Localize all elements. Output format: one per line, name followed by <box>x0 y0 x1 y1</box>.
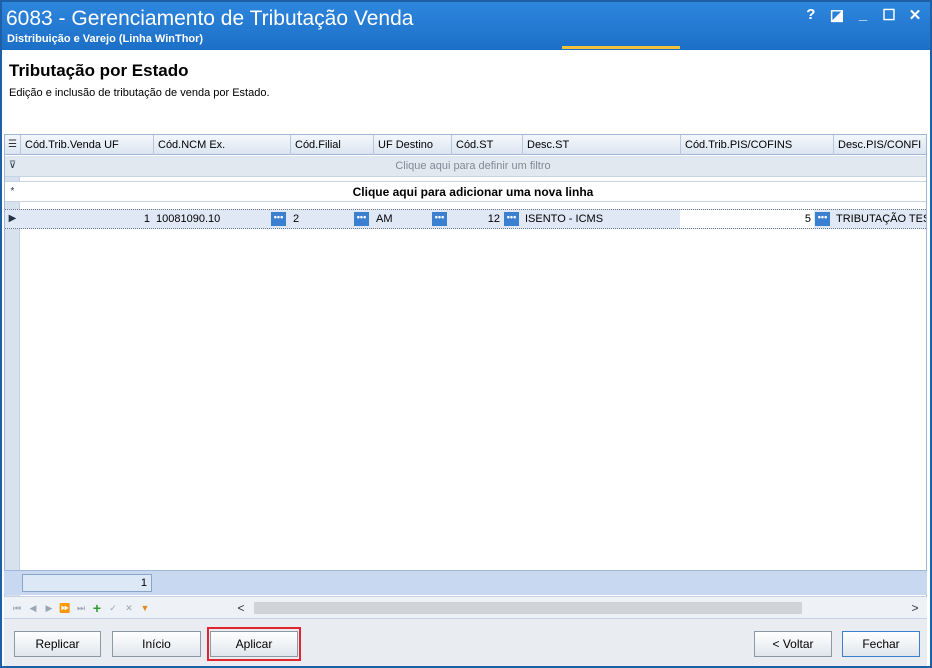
ncm-lookup-button[interactable]: ••• <box>271 212 286 226</box>
column-header-cod-trib-venda-uf[interactable]: Cód.Trib.Venda UF <box>20 135 153 155</box>
pis-cofins-lookup-button[interactable]: ••• <box>815 212 830 226</box>
filter-icon: ⊽ <box>8 160 17 171</box>
add-record-icon[interactable]: + <box>90 600 104 616</box>
table-row[interactable]: ▶ 1 10081090.10 ••• 2 ••• AM ••• 12 ••• … <box>5 209 926 229</box>
cell-cod-filial[interactable]: 2 <box>290 210 352 228</box>
filter-record-icon[interactable]: ▼ <box>138 600 152 616</box>
new-row-hint[interactable]: Clique aqui para adicionar uma nova linh… <box>20 182 926 203</box>
new-row-icon: * <box>10 186 15 197</box>
st-lookup-button[interactable]: ••• <box>504 212 519 226</box>
column-header-cod-st[interactable]: Cód.ST <box>451 135 522 155</box>
title-bar: 6083 - Gerenciamento de Tributação Venda… <box>2 2 930 50</box>
app-window: 6083 - Gerenciamento de Tributação Venda… <box>0 0 932 668</box>
column-header-desc-st[interactable]: Desc.ST <box>522 135 680 155</box>
filter-hint[interactable]: Clique aqui para definir um filtro <box>20 156 926 177</box>
cell-cod-ncm-ex[interactable]: 10081090.10 <box>153 210 269 228</box>
column-header-desc-pis-cofins[interactable]: Desc.PIS/CONFI <box>833 135 926 155</box>
column-header-cod-ncm-ex[interactable]: Cód.NCM Ex. <box>153 135 290 155</box>
action-bar: Replicar Início Aplicar < Voltar Fechar <box>4 618 927 666</box>
inicio-button[interactable]: Início <box>112 631 201 657</box>
horizontal-scrollbar[interactable] <box>254 602 802 614</box>
voltar-button[interactable]: < Voltar <box>754 631 832 657</box>
column-header-cod-trib-pis-cofins[interactable]: Cód.Trib.PIS/COFINS <box>680 135 833 155</box>
column-chooser-icon[interactable]: ☰ <box>5 135 20 155</box>
column-header-cod-filial[interactable]: Cód.Filial <box>290 135 373 155</box>
maximize-icon[interactable]: ☐ <box>882 6 896 24</box>
grid-footer: 1 <box>4 570 927 595</box>
data-navigator: ⏮ ◀ ▶ ⏩ ⏭ + ✓ ✕ ▼ < > <box>4 596 927 618</box>
aplicar-button[interactable]: Aplicar <box>210 631 298 657</box>
cell-cod-trib-venda-uf[interactable]: 1 <box>20 210 153 228</box>
last-record-icon[interactable]: ⏭ <box>74 600 88 616</box>
cancel-record-icon[interactable]: ✕ <box>122 600 136 616</box>
cell-cod-trib-pis-cofins[interactable]: 5 <box>680 210 814 228</box>
grid-header: ☰ Cód.Trib.Venda UF Cód.NCM Ex. Cód.Fili… <box>5 135 926 155</box>
cell-cod-st[interactable]: 12 <box>451 210 503 228</box>
skin-icon[interactable]: ◪ <box>830 6 844 24</box>
window-title: 6083 - Gerenciamento de Tributação Venda <box>6 7 414 30</box>
next-page-icon[interactable]: ⏩ <box>58 600 72 616</box>
window-subtitle: Distribuição e Varejo (Linha WinThor) <box>7 33 204 45</box>
filial-lookup-button[interactable]: ••• <box>354 212 369 226</box>
new-row[interactable]: * Clique aqui para adicionar uma nova li… <box>5 181 926 202</box>
tax-grid: ☰ Cód.Trib.Venda UF Cód.NCM Ex. Cód.Fili… <box>4 134 927 617</box>
replicar-button[interactable]: Replicar <box>14 631 101 657</box>
fechar-button[interactable]: Fechar <box>842 631 920 657</box>
confirm-record-icon[interactable]: ✓ <box>106 600 120 616</box>
page-description: Edição e inclusão de tributação de venda… <box>9 87 270 99</box>
scroll-right-icon[interactable]: > <box>906 600 924 616</box>
current-row-icon: ▶ <box>8 213 17 224</box>
first-record-icon[interactable]: ⏮ <box>10 600 24 616</box>
scroll-left-icon[interactable]: < <box>232 600 250 616</box>
uf-lookup-button[interactable]: ••• <box>432 212 447 226</box>
previous-record-icon[interactable]: ◀ <box>26 600 40 616</box>
cell-desc-st[interactable]: ISENTO - ICMS <box>522 210 680 228</box>
window-controls: ? ◪ _ ☐ ✕ <box>804 6 922 24</box>
page-title: Tributação por Estado <box>9 61 189 80</box>
row-count-summary: 1 <box>22 574 152 592</box>
column-header-uf-destino[interactable]: UF Destino <box>373 135 451 155</box>
next-record-icon[interactable]: ▶ <box>42 600 56 616</box>
title-accent-bar <box>562 46 680 49</box>
minimize-icon[interactable]: _ <box>856 6 870 24</box>
close-icon[interactable]: ✕ <box>908 6 922 24</box>
cell-uf-destino[interactable]: AM <box>373 210 430 228</box>
filter-row[interactable]: ⊽ Clique aqui para definir um filtro <box>5 156 926 177</box>
cell-desc-pis-cofins[interactable]: TRIBUTAÇÃO TES <box>833 210 926 228</box>
help-icon[interactable]: ? <box>804 6 818 24</box>
